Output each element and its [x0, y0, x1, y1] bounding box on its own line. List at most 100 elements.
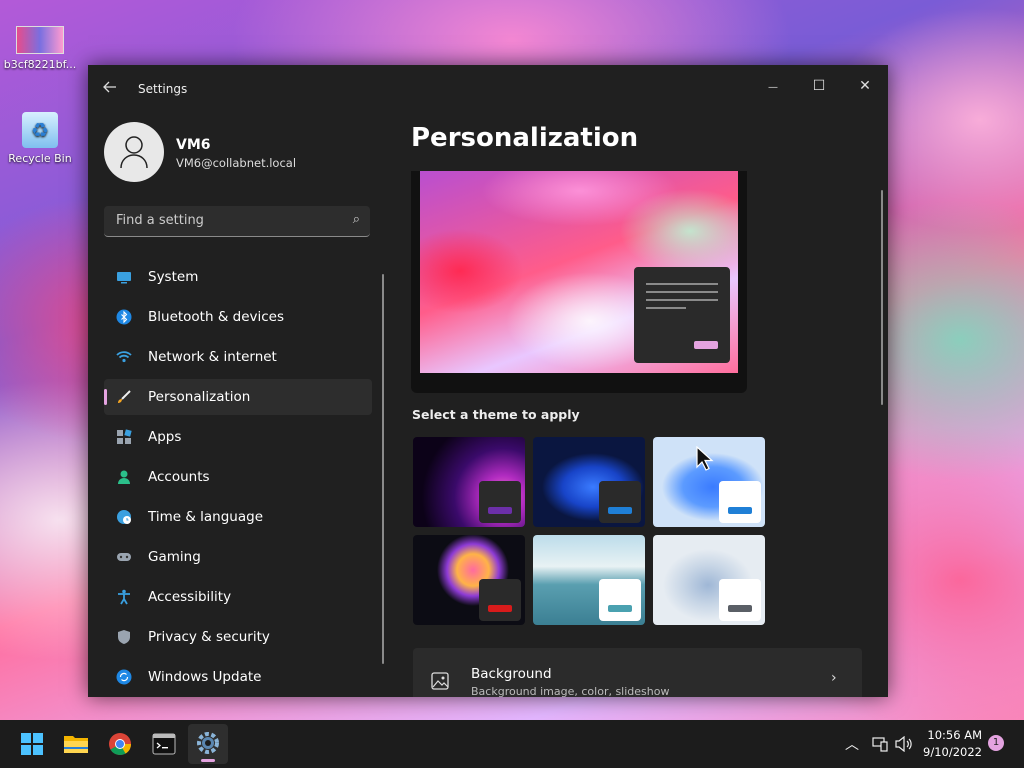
background-setting-card[interactable]: Background Background image, color, slid… — [413, 648, 862, 697]
theme-swatch — [719, 579, 761, 621]
recycle-bin-icon: ♻ — [22, 112, 58, 148]
wifi-icon — [116, 351, 132, 363]
avatar[interactable] — [104, 122, 164, 182]
theme-swatch — [479, 481, 521, 523]
sidebar-item-accessibility[interactable]: Accessibility — [104, 579, 372, 615]
start-button[interactable] — [12, 724, 52, 764]
sidebar-scrollbar[interactable] — [382, 274, 384, 664]
sidebar-item-bluetooth[interactable]: Bluetooth & devices — [104, 299, 372, 335]
brush-icon — [118, 390, 131, 403]
apps-icon — [117, 429, 132, 444]
back-arrow-icon[interactable] — [102, 79, 122, 99]
theme-flow[interactable] — [653, 535, 765, 625]
search-icon[interactable]: ⌕ — [353, 212, 360, 227]
sidebar-item-label: System — [148, 269, 199, 285]
sidebar-item-label: Privacy & security — [148, 629, 270, 645]
maximize-icon: ☐ — [812, 78, 826, 94]
user-name: VM6 — [176, 137, 211, 153]
preview-window — [634, 267, 730, 363]
sidebar-item-label: Windows Update — [148, 669, 262, 685]
theme-swatch — [719, 481, 761, 523]
accent-bar — [728, 507, 752, 514]
search-input[interactable] — [114, 212, 338, 229]
theme-bloom-dark[interactable] — [533, 437, 645, 527]
page-title: Personalization — [411, 123, 639, 153]
chrome-button[interactable] — [100, 724, 140, 764]
start-icon — [21, 733, 43, 755]
sidebar-item-network[interactable]: Network & internet — [104, 339, 372, 375]
wallpaper-preview — [420, 171, 738, 373]
sidebar-item-label: Gaming — [148, 549, 201, 565]
sidebar-item-system[interactable]: System — [104, 259, 372, 295]
clock-globe-icon — [117, 510, 131, 524]
sidebar-item-apps[interactable]: Apps — [104, 419, 372, 455]
title-bar[interactable]: Settings — ☐ ✕ — [88, 65, 888, 113]
clock-time[interactable]: 10:56 AM — [926, 728, 982, 742]
preview-line — [646, 291, 718, 293]
maximize-button[interactable]: ☐ — [796, 71, 842, 101]
background-title: Background — [471, 666, 552, 682]
minimize-button[interactable]: — — [750, 71, 796, 101]
monitor-icon — [117, 272, 131, 284]
sidebar-item-windows-update[interactable]: Windows Update — [104, 659, 372, 695]
sidebar-item-label: Apps — [148, 429, 182, 445]
theme-glow-dark[interactable] — [413, 437, 525, 527]
themes-section-label: Select a theme to apply — [412, 407, 580, 422]
sidebar-item-time-language[interactable]: Time & language — [104, 499, 372, 535]
accent-bar — [488, 507, 512, 514]
sidebar-item-label: Time & language — [148, 509, 264, 525]
sidebar-item-accounts[interactable]: Accounts — [104, 459, 372, 495]
preview-line — [646, 299, 718, 301]
theme-preview — [411, 171, 747, 393]
window-title: Settings — [138, 82, 188, 96]
theme-swatch — [599, 579, 641, 621]
volume-icon[interactable] — [895, 736, 913, 752]
desktop-icon-recycle-bin[interactable]: ♻ Recycle Bin — [0, 112, 80, 165]
image-icon — [431, 672, 449, 690]
image-thumbnail-icon — [16, 26, 64, 54]
preview-line — [646, 283, 718, 285]
sidebar-item-privacy-security[interactable]: Privacy & security — [104, 619, 372, 655]
preview-line — [646, 307, 686, 309]
main-scrollbar[interactable] — [881, 190, 883, 405]
sidebar-item-label: Accessibility — [148, 589, 232, 605]
bluetooth-icon — [116, 309, 132, 325]
settings-window: Settings — ☐ ✕ VM6 VM6@collabnet.local ⌕… — [88, 65, 888, 697]
settings-taskbar-button[interactable] — [188, 724, 228, 764]
network-icon[interactable] — [872, 736, 888, 752]
sidebar-item-gaming[interactable]: Gaming — [104, 539, 372, 575]
settings-icon — [197, 732, 219, 754]
preview-accent-button — [694, 341, 718, 349]
clock-date[interactable]: 9/10/2022 — [920, 745, 982, 759]
notification-badge[interactable]: 1 — [988, 735, 1004, 751]
mouse-cursor-icon — [696, 446, 714, 471]
person-icon — [118, 470, 130, 484]
person-outline-icon — [120, 136, 148, 169]
active-indicator — [104, 389, 107, 405]
file-explorer-button[interactable] — [56, 724, 96, 764]
theme-swatch — [599, 481, 641, 523]
desktop-icon-image-file[interactable]: b3cf8221bf... — [0, 26, 80, 71]
terminal-icon — [152, 733, 176, 755]
theme-sunrise[interactable] — [533, 535, 645, 625]
gamepad-icon — [117, 553, 131, 561]
desktop-icon-label: Recycle Bin — [8, 152, 72, 165]
theme-captured-motion[interactable] — [413, 535, 525, 625]
close-button[interactable]: ✕ — [842, 71, 888, 101]
close-icon: ✕ — [859, 78, 871, 94]
minimize-icon: — — [768, 82, 778, 93]
sidebar-item-label: Accounts — [148, 469, 210, 485]
sidebar-item-personalization[interactable]: Personalization — [104, 379, 372, 415]
sidebar-item-label: Network & internet — [148, 349, 277, 365]
search-box[interactable]: ⌕ — [104, 206, 370, 237]
background-subtitle: Background image, color, slideshow — [471, 685, 670, 697]
show-hidden-icons-chevron-up-icon[interactable]: ︿ — [845, 734, 859, 754]
taskbar: ︿ — [0, 720, 1024, 768]
chrome-icon — [109, 733, 131, 755]
sidebar-item-label: Bluetooth & devices — [148, 309, 285, 325]
accessibility-icon — [118, 589, 130, 605]
terminal-button[interactable] — [144, 724, 184, 764]
theme-swatch — [479, 579, 521, 621]
accent-bar — [608, 507, 632, 514]
accent-bar — [488, 605, 512, 612]
